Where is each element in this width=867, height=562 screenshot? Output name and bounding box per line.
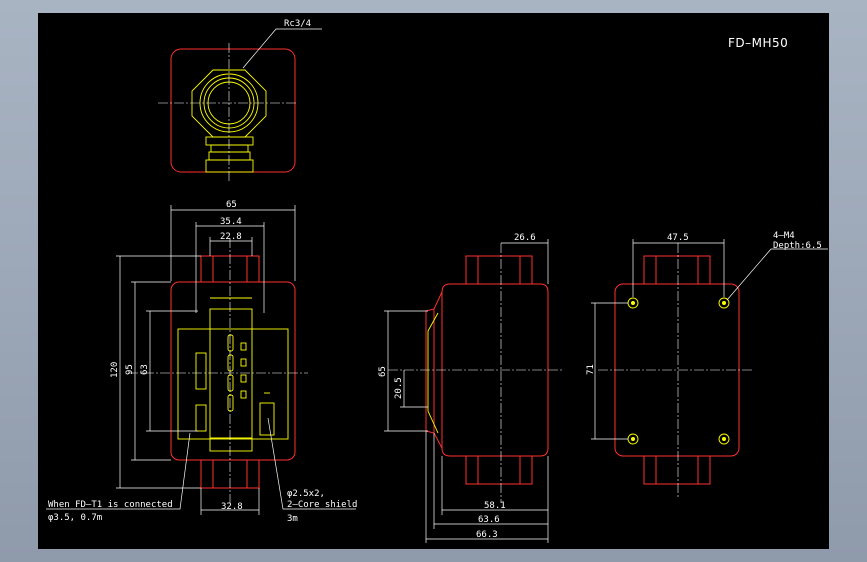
dim-35-4: 35.4 — [220, 217, 242, 227]
dim-32-8: 32.8 — [221, 502, 243, 512]
dim-65-side: 65 — [378, 366, 388, 377]
note-cable-line1: φ2.5x2, — [287, 489, 325, 499]
note-m4-line2: Depth:6.5 — [773, 241, 822, 251]
note-m4-line1: 4–M4 — [773, 231, 795, 241]
thread-label: Rc3/4 — [284, 19, 311, 29]
dim-47-5: 47.5 — [667, 233, 689, 243]
note-cable-line2: 2–Core shield — [287, 500, 357, 510]
dim-66-3: 66.3 — [476, 530, 498, 540]
drawing-canvas[interactable]: FD–MH50 Rc3/4 65 35.4 22.8 120 95 63 32.… — [38, 13, 829, 549]
dim-71: 71 — [586, 364, 596, 375]
dim-20-5: 20.5 — [394, 377, 404, 399]
dim-26-6: 26.6 — [514, 233, 536, 243]
dim-95: 95 — [125, 364, 135, 375]
dim-22-8: 22.8 — [220, 232, 242, 242]
top-view: Rc3/4 — [158, 19, 322, 183]
note-connected-line1: When FD–T1 is connected — [48, 500, 173, 510]
side-view: 26.6 65 20.5 58.1 63.6 66.3 — [378, 233, 563, 543]
model-title: FD–MH50 — [728, 36, 788, 50]
dim-58-1: 58.1 — [484, 501, 506, 511]
note-cable-line3: 3m — [287, 514, 298, 524]
front-view: 65 35.4 22.8 120 95 63 32.8 When FD–T1 i… — [46, 200, 357, 524]
dim-65-top: 65 — [226, 200, 237, 210]
dim-63: 63 — [140, 364, 150, 375]
note-connected-line2: φ3.5, 0.7m — [48, 513, 102, 523]
cad-drawing: FD–MH50 Rc3/4 65 35.4 22.8 120 95 63 32.… — [46, 19, 828, 543]
back-view: 47.5 71 4–M4 Depth:6.5 — [586, 231, 828, 498]
top-view-body — [170, 48, 296, 173]
dim-63-6: 63.6 — [478, 515, 500, 525]
dim-120: 120 — [110, 362, 120, 378]
